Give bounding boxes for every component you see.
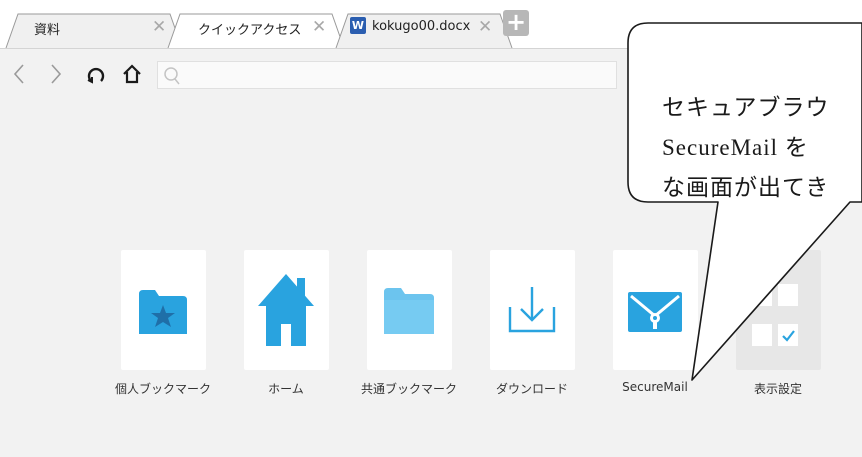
- callout-text-line-3: な画面が出てき: [662, 175, 830, 200]
- callout-text-line-2: SecureMail を: [662, 135, 809, 160]
- callout-text-line-1: セキュアブラウ: [662, 95, 830, 120]
- speech-bubble-callout: [627, 22, 862, 381]
